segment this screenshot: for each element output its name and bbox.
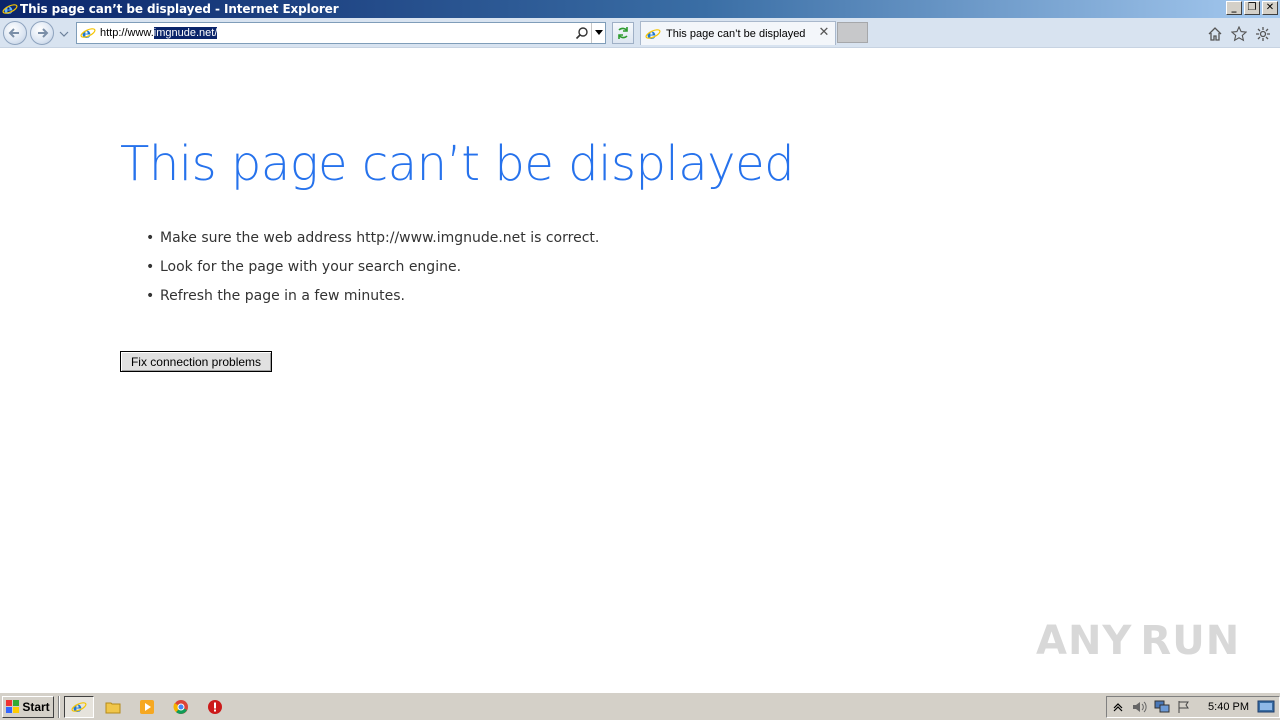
forward-button[interactable]: [30, 21, 54, 45]
new-tab-button[interactable]: [837, 22, 868, 43]
show-desktop-icon[interactable]: [1257, 699, 1275, 715]
minimize-button[interactable]: _: [1226, 1, 1242, 15]
tip-text: Refresh the page in a few minutes.: [160, 288, 405, 304]
svg-text:e: e: [647, 27, 656, 42]
taskbar-ie-button[interactable]: e: [64, 696, 94, 718]
list-item: • Make sure the web address http://www.im…: [146, 230, 599, 259]
window-titlebar: e This page can’t be displayed - Interne…: [0, 0, 1280, 18]
svg-text:e: e: [82, 26, 91, 41]
warning-stop-icon: [208, 700, 222, 714]
bullet: •: [146, 288, 155, 304]
forward-arrow-icon: [38, 28, 49, 38]
tips-list: • Make sure the web address http://www.im…: [146, 230, 599, 317]
network-icon[interactable]: [1151, 698, 1173, 716]
toolbar-right-icons: [1206, 25, 1272, 43]
chrome-icon: [173, 700, 188, 714]
back-arrow-icon: [8, 28, 19, 38]
page-ie-icon: e: [80, 26, 96, 41]
window-title: This page can’t be displayed - Internet …: [20, 2, 339, 16]
svg-text:e: e: [73, 700, 82, 715]
refresh-button[interactable]: [612, 22, 634, 44]
folder-icon: [105, 702, 121, 714]
refresh-icon: [618, 27, 628, 39]
url-selected-text: imgnude.net/: [153, 27, 218, 39]
start-button[interactable]: Start: [2, 696, 54, 718]
media-player-icon: [140, 700, 154, 714]
fix-connection-button[interactable]: Fix connection problems: [120, 351, 272, 372]
watermark-left-text: ANY: [1036, 618, 1133, 664]
bullet: •: [146, 259, 155, 275]
taskbar-security-button[interactable]: [200, 696, 230, 718]
ie-icon: e: [71, 700, 87, 715]
page-title: This page can’t be displayed: [120, 136, 795, 192]
action-center-flag-icon[interactable]: [1173, 698, 1195, 716]
back-button[interactable]: [3, 21, 27, 45]
tab-label: This page can’t be displayed: [666, 27, 806, 40]
list-item: • Look for the page with your search engi…: [146, 259, 599, 288]
history-dropdown-icon[interactable]: [59, 29, 69, 39]
chevron-down-icon: [594, 30, 603, 35]
page-content: This page can’t be displayed • Make sure …: [0, 48, 1280, 692]
taskbar-media-player-button[interactable]: [132, 696, 162, 718]
tab-ie-icon: e: [645, 27, 661, 42]
close-window-button[interactable]: ✕: [1262, 1, 1278, 15]
home-icon[interactable]: [1206, 25, 1224, 43]
navigation-bar: e http://www.imgnude.net/ e This page ca…: [0, 18, 1280, 48]
list-item: • Refresh the page in a few minutes.: [146, 288, 599, 317]
anyrun-watermark: ANY RUN: [1036, 608, 1239, 674]
tab-error-page[interactable]: e This page can’t be displayed ✕: [640, 21, 836, 45]
taskbar-separator: [58, 696, 60, 718]
tip-text: Make sure the web address http://www.img…: [160, 230, 600, 246]
start-label: Start: [22, 700, 50, 714]
window-controls: _ ❐ ✕: [1226, 1, 1278, 15]
ie-logo-icon: e: [2, 2, 18, 17]
taskbar-chrome-button[interactable]: [166, 696, 196, 718]
url-prefix: http://www.: [100, 27, 154, 39]
bullet: •: [146, 230, 155, 246]
clock[interactable]: 5:40 PM: [1208, 701, 1249, 713]
volume-icon[interactable]: [1129, 698, 1151, 716]
taskbar: Start e 5:40 PM: [0, 692, 1280, 720]
watermark-right-text: RUN: [1140, 618, 1241, 664]
address-dropdown-button[interactable]: [591, 23, 605, 43]
address-bar[interactable]: e http://www.imgnude.net/: [76, 22, 606, 44]
windows-logo-icon: [6, 700, 20, 713]
restore-button[interactable]: ❐: [1244, 1, 1260, 15]
system-tray: 5:40 PM: [1106, 696, 1280, 718]
search-icon[interactable]: [575, 26, 589, 40]
address-input[interactable]: http://www.imgnude.net/: [100, 27, 218, 39]
gear-icon[interactable]: [1254, 25, 1272, 43]
taskbar-explorer-button[interactable]: [98, 696, 128, 718]
svg-text:e: e: [4, 2, 13, 17]
favorites-star-icon[interactable]: [1230, 25, 1248, 43]
show-hidden-icons-icon[interactable]: [1107, 698, 1129, 716]
close-tab-icon[interactable]: ✕: [817, 26, 831, 40]
tip-text: Look for the page with your search engin…: [160, 259, 462, 275]
